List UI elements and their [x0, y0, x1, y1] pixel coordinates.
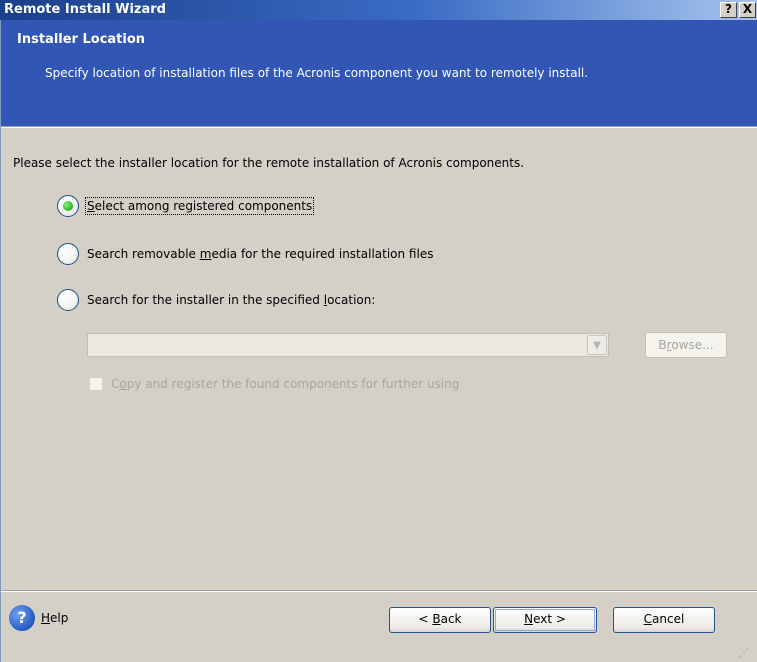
back-button[interactable]: < Back — [389, 607, 491, 633]
option-registered-components[interactable]: Select among registered components — [57, 195, 315, 217]
copy-register-label: Copy and register the found components f… — [111, 377, 460, 391]
cancel-button[interactable]: Cancel — [613, 607, 715, 633]
wizard-window: Installer Location Specify location of i… — [0, 20, 757, 662]
chevron-down-icon[interactable]: ▼ — [587, 335, 607, 355]
page-subtitle: Specify location of installation files o… — [45, 66, 589, 80]
window-title: Remote Install Wizard — [4, 2, 166, 17]
close-button[interactable]: X — [739, 2, 756, 18]
radio-removable-media[interactable] — [57, 243, 79, 265]
resize-grip[interactable]: ⋰ — [739, 648, 749, 659]
option-specified-location-label[interactable]: Search for the installer in the specifie… — [87, 293, 375, 307]
footer-divider — [1, 590, 757, 592]
instruction-text: Please select the installer location for… — [13, 156, 525, 170]
wizard-header: Installer Location Specify location of i… — [1, 20, 757, 126]
location-combobox[interactable]: ▼ — [87, 333, 609, 357]
option-removable-media[interactable]: Search removable media for the required … — [57, 243, 433, 265]
browse-button[interactable]: Browse... — [645, 332, 727, 358]
next-button[interactable]: Next > — [493, 607, 597, 633]
help-icon[interactable]: ? — [9, 605, 35, 631]
copy-register-option[interactable]: Copy and register the found components f… — [89, 375, 459, 393]
header-divider — [1, 126, 757, 128]
option-specified-location[interactable]: Search for the installer in the specifie… — [57, 289, 375, 311]
option-registered-components-label[interactable]: Select among registered components — [84, 197, 315, 215]
radio-specified-location[interactable] — [57, 289, 79, 311]
help-link[interactable]: ? Help — [9, 605, 68, 631]
copy-register-checkbox[interactable] — [89, 377, 103, 391]
page-title: Installer Location — [17, 32, 146, 47]
title-bar: Remote Install Wizard ? X — [0, 0, 757, 20]
help-label[interactable]: Help — [41, 611, 68, 625]
option-removable-media-label[interactable]: Search removable media for the required … — [87, 247, 433, 261]
radio-registered-components[interactable] — [57, 195, 79, 217]
title-help-button[interactable]: ? — [720, 2, 737, 18]
